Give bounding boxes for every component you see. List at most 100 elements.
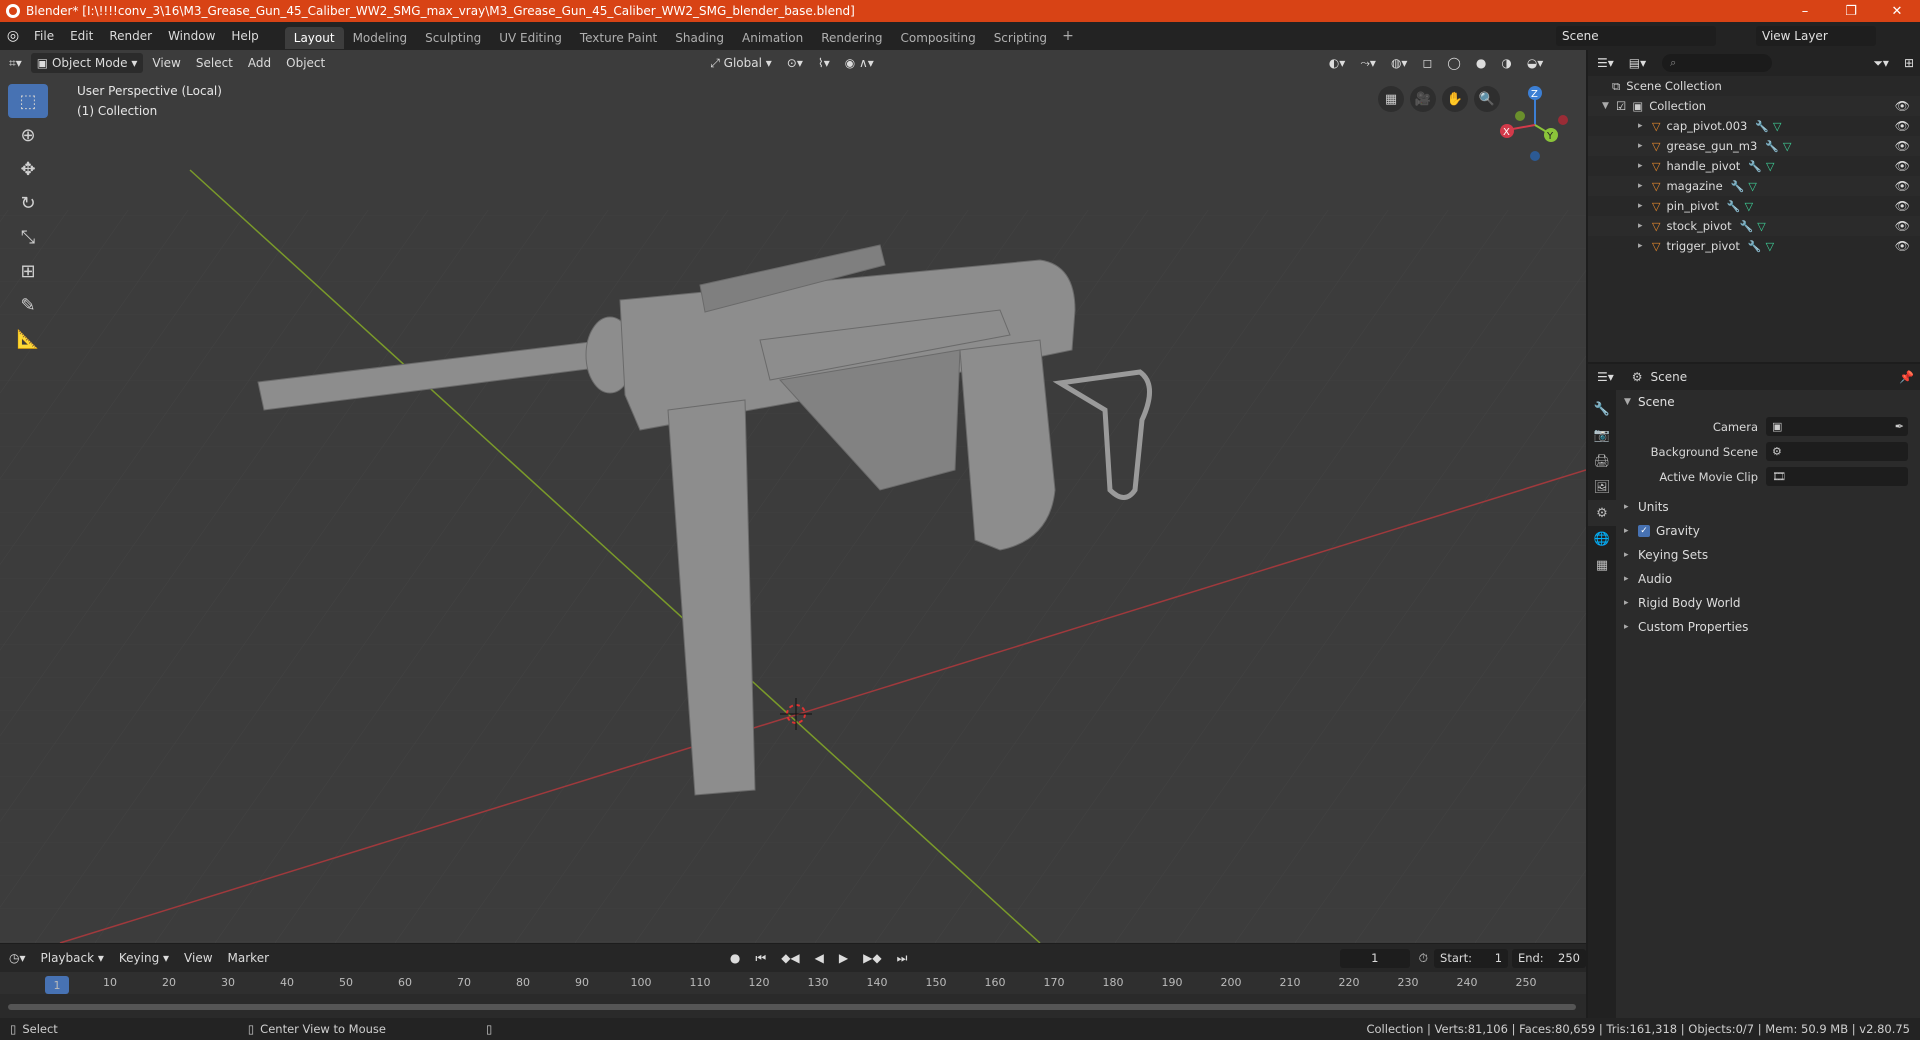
proportional-edit-icon[interactable]: ◉ ∧▾: [839, 53, 880, 73]
visibility-eye-icon[interactable]: 👁: [1895, 219, 1910, 233]
outliner-item-handle-pivot[interactable]: ▸ ▽ handle_pivot 🔧 ▽ 👁: [1588, 156, 1920, 176]
pivot-icon[interactable]: ⊙▾: [781, 53, 809, 73]
play-icon[interactable]: ▶: [833, 948, 854, 968]
texture-properties-tab-icon[interactable]: ▦: [1588, 552, 1616, 578]
visibility-eye-icon[interactable]: 👁: [1895, 119, 1910, 133]
next-keyframe-icon[interactable]: ▶◆: [857, 948, 887, 968]
3d-viewport[interactable]: Z X Y ⌗▾ ▣ Object Mode ▾ View Select Add…: [0, 50, 1586, 943]
expand-chevron-icon[interactable]: ▸: [1638, 201, 1652, 211]
viewport-menu-view[interactable]: View: [146, 53, 186, 73]
outliner-scene-collection[interactable]: ⧉ Scene Collection: [1588, 76, 1920, 96]
prev-keyframe-icon[interactable]: ◆◀: [775, 948, 805, 968]
menu-window[interactable]: Window: [160, 22, 223, 50]
scene-panel-header[interactable]: ▼ Scene: [1618, 390, 1920, 414]
stopwatch-icon[interactable]: ⏱: [1413, 948, 1434, 968]
tool-properties-tab-icon[interactable]: 🔧: [1588, 396, 1616, 422]
tab-rendering[interactable]: Rendering: [812, 27, 891, 49]
menu-render[interactable]: Render: [101, 22, 160, 50]
mode-selector[interactable]: ▣ Object Mode ▾: [30, 53, 144, 73]
timeline-menu-keying[interactable]: Keying ▾: [113, 948, 175, 968]
annotate-tool-icon[interactable]: ✎: [8, 288, 48, 322]
properties-editor-type-icon[interactable]: ☰▾: [1591, 367, 1620, 387]
view-layer-selector[interactable]: View Layer: [1756, 26, 1876, 46]
orientation-selector[interactable]: ⤢ Global ▾: [704, 53, 778, 73]
shading-solid-icon[interactable]: ●: [1470, 53, 1492, 73]
play-reverse-icon[interactable]: ◀: [809, 948, 830, 968]
active-movie-clip-field[interactable]: 🎞: [1766, 467, 1908, 486]
scene-selector[interactable]: Scene: [1556, 26, 1716, 46]
tab-shading[interactable]: Shading: [666, 27, 733, 49]
background-scene-field[interactable]: ⚙: [1766, 442, 1908, 461]
visibility-icon[interactable]: ◐▾: [1323, 53, 1352, 73]
timeline-editor-type-icon[interactable]: ◷▾: [3, 948, 32, 968]
tab-compositing[interactable]: Compositing: [891, 27, 984, 49]
expand-chevron-icon[interactable]: ▸: [1638, 161, 1652, 171]
start-frame-field[interactable]: Start: 1: [1434, 948, 1509, 968]
camera-view-icon[interactable]: 🎥: [1410, 86, 1436, 112]
tab-texture-paint[interactable]: Texture Paint: [571, 27, 666, 49]
current-frame-marker[interactable]: 1: [45, 976, 69, 994]
transform-tool-icon[interactable]: ⊞: [8, 254, 48, 288]
pin-icon[interactable]: 📌: [1893, 367, 1920, 387]
frame-ruler[interactable]: 1 10 20 30 40 50 60 70 80 90 100 110 120…: [0, 972, 1586, 994]
overlay-toggle-icon[interactable]: ◍▾: [1385, 53, 1414, 73]
add-workspace-button[interactable]: +: [1056, 28, 1080, 44]
rigid-body-world-panel[interactable]: ▸ Rigid Body World: [1618, 591, 1920, 615]
visibility-eye-icon[interactable]: 👁: [1895, 99, 1910, 113]
shading-wireframe-icon[interactable]: ◯: [1441, 53, 1466, 73]
visibility-eye-icon[interactable]: 👁: [1895, 139, 1910, 153]
visibility-eye-icon[interactable]: 👁: [1895, 199, 1910, 213]
outliner-item-trigger-pivot[interactable]: ▸ ▽ trigger_pivot 🔧 ▽ 👁: [1588, 236, 1920, 256]
outliner-collection[interactable]: ▼ ☑ ▣ Collection 👁: [1588, 96, 1920, 116]
snap-icon[interactable]: ⌇▾: [812, 53, 836, 73]
zoom-icon[interactable]: 🔍: [1474, 86, 1500, 112]
filter-icon[interactable]: ⏷▾: [1867, 53, 1895, 73]
expand-chevron-icon[interactable]: ▸: [1638, 181, 1652, 191]
tab-sculpting[interactable]: Sculpting: [416, 27, 490, 49]
jump-start-icon[interactable]: ⏮: [749, 948, 772, 968]
visibility-eye-icon[interactable]: 👁: [1895, 179, 1910, 193]
viewport-menu-select[interactable]: Select: [190, 53, 239, 73]
checkbox-icon[interactable]: ☑: [1616, 99, 1626, 113]
maximize-button[interactable]: ❐: [1828, 0, 1874, 22]
shading-material-icon[interactable]: ◑: [1495, 53, 1517, 73]
viewport-menu-add[interactable]: Add: [242, 53, 277, 73]
move-tool-icon[interactable]: ✥: [8, 152, 48, 186]
outliner-item-pin-pivot[interactable]: ▸ ▽ pin_pivot 🔧 ▽ 👁: [1588, 196, 1920, 216]
outliner-display-mode-icon[interactable]: ▤▾: [1623, 53, 1652, 73]
outliner-search-input[interactable]: ⌕: [1662, 54, 1773, 72]
gravity-checkbox[interactable]: ✓: [1638, 525, 1650, 537]
visibility-eye-icon[interactable]: 👁: [1895, 159, 1910, 173]
gravity-panel[interactable]: ▸ ✓ Gravity: [1618, 519, 1920, 543]
menu-edit[interactable]: Edit: [62, 22, 101, 50]
custom-properties-panel[interactable]: ▸ Custom Properties: [1618, 615, 1920, 639]
gizmo-toggle-icon[interactable]: ⤳▾: [1354, 53, 1382, 73]
view-layer-tab-icon[interactable]: 🖼: [1588, 474, 1616, 500]
shading-rendered-icon[interactable]: ◒▾: [1521, 53, 1550, 73]
outliner-item-grease-gun[interactable]: ▸ ▽ grease_gun_m3 🔧 ▽ 👁: [1588, 136, 1920, 156]
menu-file[interactable]: File: [26, 22, 62, 50]
tab-modeling[interactable]: Modeling: [344, 27, 417, 49]
viewport-menu-object[interactable]: Object: [280, 53, 331, 73]
visibility-eye-icon[interactable]: 👁: [1895, 239, 1910, 253]
timeline-menu-marker[interactable]: Marker: [222, 948, 275, 968]
output-properties-tab-icon[interactable]: 🖨: [1588, 448, 1616, 474]
camera-field[interactable]: ▣ ✒: [1766, 417, 1908, 436]
end-frame-field[interactable]: End: 250: [1511, 948, 1586, 968]
close-button[interactable]: ✕: [1874, 0, 1920, 22]
expand-chevron-icon[interactable]: ▸: [1638, 121, 1652, 131]
editor-type-icon[interactable]: ⌗▾: [3, 53, 28, 73]
record-icon[interactable]: ●: [724, 948, 746, 968]
timeline-menu-playback[interactable]: Playback ▾: [35, 948, 110, 968]
world-properties-tab-icon[interactable]: 🌐: [1588, 526, 1616, 552]
menu-help[interactable]: Help: [223, 22, 266, 50]
timeline-menu-view[interactable]: View: [178, 948, 218, 968]
keying-sets-panel[interactable]: ▸ Keying Sets: [1618, 543, 1920, 567]
toggle-grid-icon[interactable]: ▦: [1378, 86, 1404, 112]
outliner-item-magazine[interactable]: ▸ ▽ magazine 🔧 ▽ 👁: [1588, 176, 1920, 196]
expand-chevron-icon[interactable]: ▸: [1638, 221, 1652, 231]
scale-tool-icon[interactable]: ⤡: [8, 220, 48, 254]
outliner-item-cap-pivot[interactable]: ▸ ▽ cap_pivot.003 🔧 ▽ 👁: [1588, 116, 1920, 136]
rotate-tool-icon[interactable]: ↻: [8, 186, 48, 220]
minimize-button[interactable]: –: [1782, 0, 1828, 22]
